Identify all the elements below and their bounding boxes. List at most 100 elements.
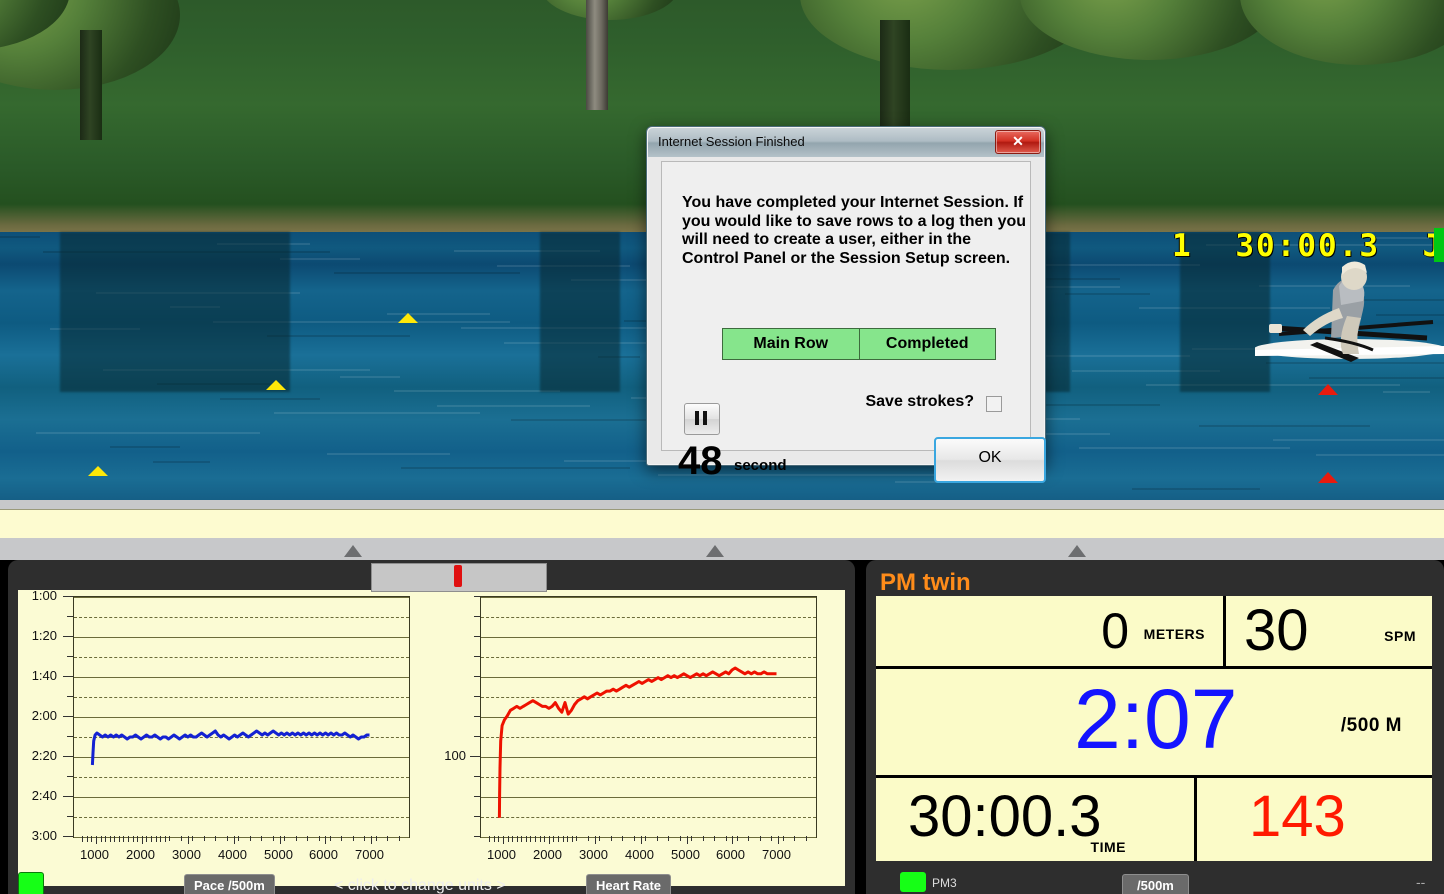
x-tick-mark-minor <box>110 836 111 842</box>
pace-chart[interactable]: 1:00 1:20 1:40 2:00 2:20 2:40 3:00 1000 2000 3000… <box>18 588 422 886</box>
x-tick-mark-minor <box>611 836 612 841</box>
x-tick-mark <box>641 836 642 844</box>
dialog-titlebar[interactable]: Internet Session Finished ✕ <box>648 128 1044 157</box>
dialog-body: You have completed your Internet Session… <box>661 161 1046 483</box>
panel-resize-marker[interactable] <box>344 545 362 557</box>
x-tick-mark-minor <box>399 836 400 841</box>
water-wave <box>36 432 260 434</box>
x-tick-mark-minor <box>748 836 749 841</box>
rowing-app-screen: 1 30:00.3 JN 1:00 1:20 1:40 2:00 2:20 2:40 3:0… <box>0 0 1444 894</box>
pause-icon <box>695 411 699 425</box>
x-tick-mark-minor <box>160 836 161 842</box>
pm-units-button[interactable]: /500m <box>1122 874 1189 894</box>
countdown-value: 48 <box>678 439 723 483</box>
pm-heart-rate-cell[interactable]: 143 <box>1197 778 1432 861</box>
pm-device-label: PM3 <box>932 876 957 890</box>
plot-area <box>480 596 817 838</box>
y-tick-mark <box>63 676 73 677</box>
y-tick-mark <box>67 656 73 657</box>
x-tick-mark-minor <box>319 836 320 841</box>
race-progress-bar <box>1434 228 1444 262</box>
y-tick-mark <box>67 696 73 697</box>
grass-streak <box>0 62 1444 64</box>
x-tick-mark-minor <box>284 836 285 841</box>
x-tick-label: 4000 <box>218 847 247 862</box>
x-tick-mark-minor <box>503 836 504 842</box>
close-icon[interactable]: ✕ <box>995 130 1041 154</box>
water-wave <box>1079 447 1290 449</box>
units-hint-label: < click to change units > <box>334 877 506 894</box>
x-tick-mark-minor <box>146 836 147 842</box>
plot-area <box>73 596 410 838</box>
x-tick-mark-minor <box>517 836 518 842</box>
panel-resize-marker[interactable] <box>1068 545 1086 557</box>
pm-distance-cell[interactable]: 0 METERS <box>876 596 1223 666</box>
x-tick-mark-minor <box>714 836 715 841</box>
x-tick-mark <box>732 836 733 844</box>
y-tick-label: 1:20 <box>31 628 57 643</box>
pm-distance-unit: METERS <box>1143 626 1205 642</box>
data-series-line <box>497 666 777 818</box>
x-tick-mark-minor <box>215 836 216 841</box>
x-tick-mark <box>280 836 281 844</box>
pm-pace-cell[interactable]: 2:07 /500 M <box>876 669 1432 775</box>
water-wave <box>110 446 180 448</box>
x-tick-mark-minor <box>137 836 138 842</box>
pm-time-cell[interactable]: 30:00.3 TIME <box>876 778 1194 861</box>
y-tick-label: 100 <box>444 748 466 763</box>
water-wave <box>220 398 320 400</box>
save-strokes-checkbox[interactable] <box>986 396 1002 412</box>
heart-rate-units-button[interactable]: Heart Rate <box>586 874 672 894</box>
grass-streak <box>0 110 1444 112</box>
y-tick-mark <box>474 696 480 697</box>
x-tick-mark-minor <box>494 836 495 842</box>
x-tick-mark <box>687 836 688 844</box>
x-tick-label: 5000 <box>671 847 700 862</box>
race-time: 30:00.3 <box>1235 228 1380 264</box>
y-tick-mark <box>63 636 73 637</box>
x-tick-label: 5000 <box>264 847 293 862</box>
water-wave <box>153 461 210 463</box>
y-tick-mark <box>474 836 480 837</box>
pm-stroke-rate-cell[interactable]: 30 SPM <box>1226 596 1432 666</box>
x-tick-mark-minor <box>794 836 795 841</box>
water-wave <box>280 258 360 260</box>
water-wave <box>334 272 520 274</box>
panel-resize-marker[interactable] <box>706 545 724 557</box>
data-series-line <box>90 729 370 766</box>
ok-button[interactable]: OK <box>934 437 1046 483</box>
x-tick-mark-minor <box>151 836 152 842</box>
x-tick-mark-minor <box>549 836 550 842</box>
x-tick-mark-minor <box>530 836 531 842</box>
pm-stroke-rate-value: 30 <box>1244 598 1309 663</box>
y-tick-mark <box>474 636 480 637</box>
x-tick-mark-minor <box>261 836 262 841</box>
x-tick-mark-minor <box>307 836 308 841</box>
water-wave <box>437 405 590 407</box>
grass-streak <box>0 118 1444 120</box>
lane-buoy <box>266 380 286 390</box>
x-tick-mark-minor <box>489 836 490 842</box>
race-lane: 1 <box>1172 228 1193 264</box>
pause-button[interactable] <box>684 403 720 435</box>
session-name-cell[interactable]: Main Row <box>723 329 859 359</box>
heart-rate-chart[interactable]: 100 1000 2000 3000 4000 5000 6000 7000 <box>442 590 846 886</box>
water-wave <box>1309 377 1444 379</box>
y-tick-label: 2:40 <box>31 788 57 803</box>
session-status-cell[interactable]: Completed <box>858 329 995 359</box>
x-tick-mark-minor <box>599 836 600 841</box>
pm-distance-value: 0 <box>1101 603 1129 659</box>
pm-pace-unit: /500 M <box>1340 715 1402 736</box>
grass-streak <box>0 70 1444 72</box>
rower-boat-icon <box>1255 261 1444 362</box>
y-tick-label: 1:00 <box>31 588 57 603</box>
message-band <box>0 509 1444 540</box>
y-tick-mark <box>474 596 480 597</box>
x-tick-mark-minor <box>703 836 704 841</box>
pm-time-value: 30:00.3 <box>908 784 1102 849</box>
pace-units-button[interactable]: Pace /500m <box>184 874 275 894</box>
x-tick-label: 7000 <box>355 847 384 862</box>
x-tick-mark-minor <box>680 836 681 841</box>
y-tick-mark <box>63 716 73 717</box>
x-tick-mark-minor <box>165 836 166 842</box>
